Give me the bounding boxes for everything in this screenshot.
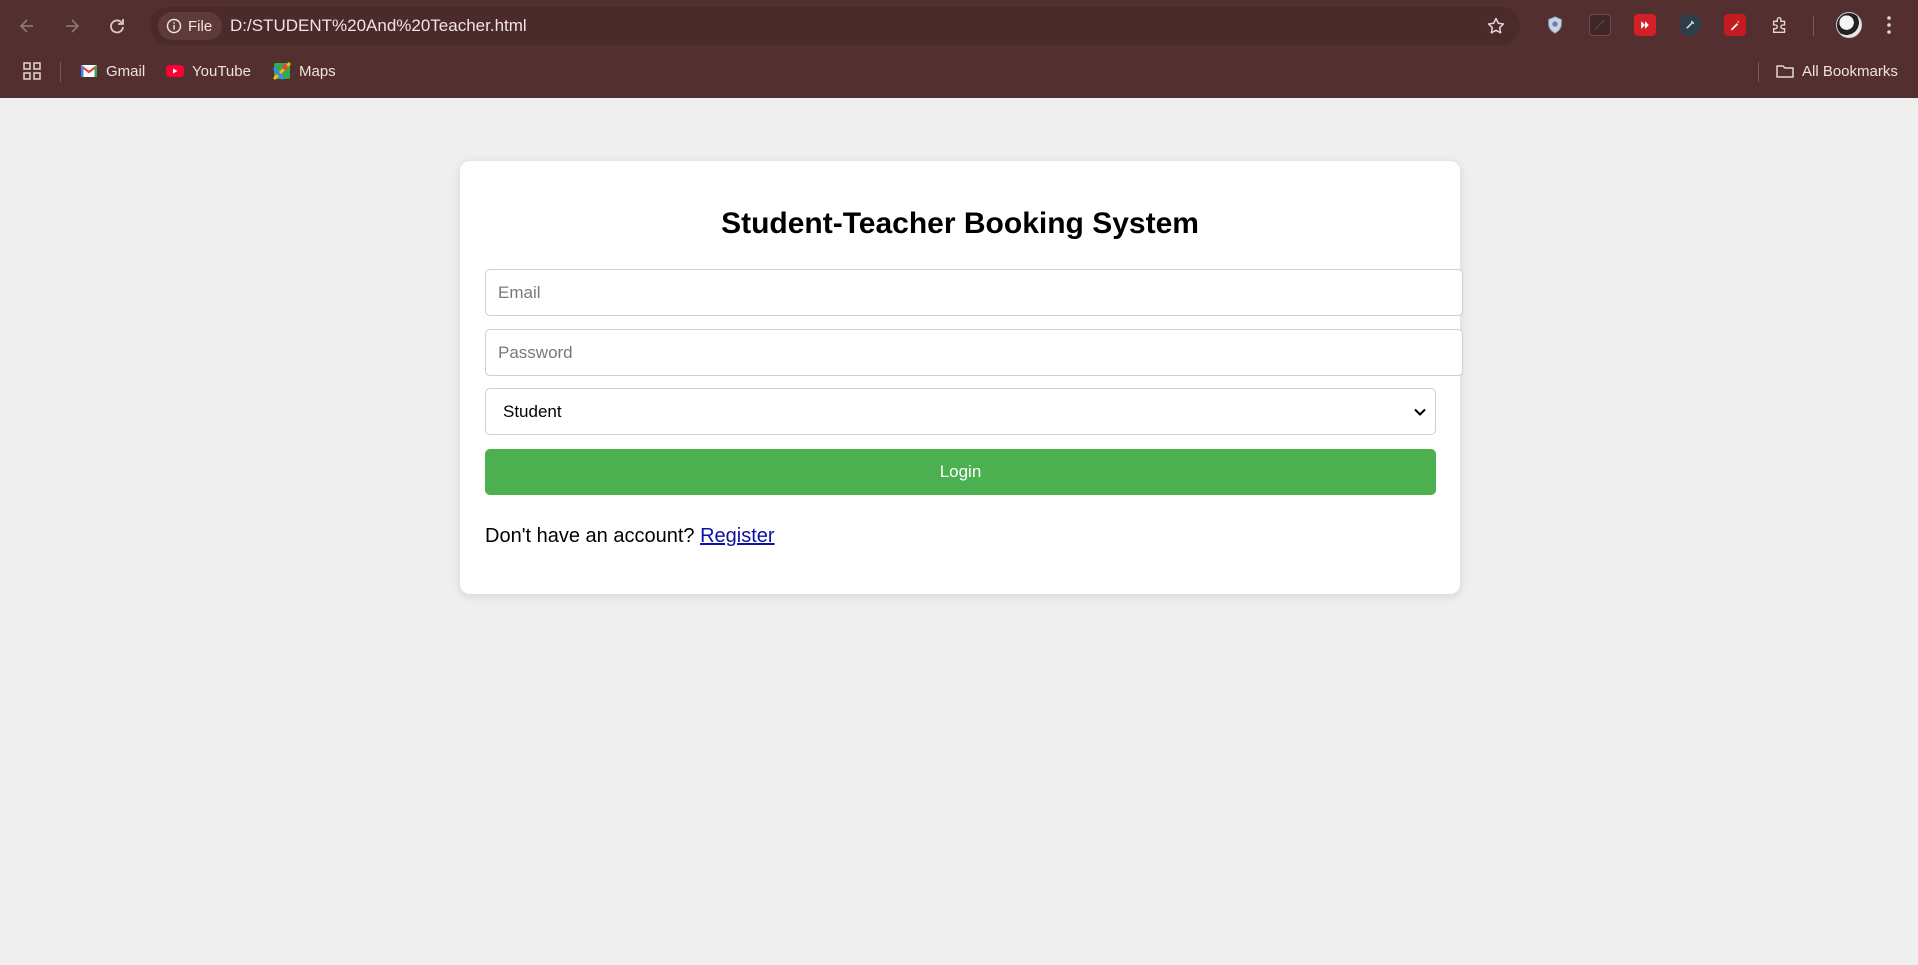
shield-extension-icon[interactable] xyxy=(1544,14,1566,36)
media-extension-icon[interactable] xyxy=(1634,14,1656,36)
toolbar-divider xyxy=(1813,16,1814,36)
profile-avatar[interactable] xyxy=(1836,12,1862,38)
password-input[interactable] xyxy=(485,329,1463,376)
page-title: Student-Teacher Booking System xyxy=(721,207,1199,240)
login-card: Student-Teacher Booking System Student L… xyxy=(460,161,1463,594)
gmail-icon xyxy=(80,65,98,77)
arrow-left-icon xyxy=(19,19,33,33)
youtube-icon xyxy=(166,65,184,77)
browser-chrome: File D:/STUDENT%20And%20Teacher.html Gma… xyxy=(0,0,1918,98)
pen-extension-icon[interactable] xyxy=(1724,14,1746,36)
apps-grid-icon[interactable] xyxy=(22,61,42,81)
folder-icon xyxy=(1776,65,1794,78)
role-select-value: Student xyxy=(503,402,562,421)
image-extension-icon[interactable] xyxy=(1589,14,1611,36)
reload-button[interactable] xyxy=(103,12,131,40)
bookmark-label: Maps xyxy=(299,62,336,80)
maps-icon xyxy=(272,61,292,81)
all-bookmarks-button[interactable]: All Bookmarks xyxy=(1775,59,1898,83)
site-info-chip[interactable]: File xyxy=(158,12,223,40)
bookmark-youtube[interactable]: YouTube xyxy=(165,59,251,83)
tools-extension-icon[interactable] xyxy=(1679,14,1701,36)
extensions-puzzle-icon[interactable] xyxy=(1769,14,1791,36)
url-text[interactable]: D:/STUDENT%20And%20Teacher.html xyxy=(230,7,527,45)
address-bar[interactable]: File D:/STUDENT%20And%20Teacher.html xyxy=(150,7,1520,45)
browser-toolbar: File D:/STUDENT%20And%20Teacher.html xyxy=(0,0,1918,52)
role-select[interactable]: Student xyxy=(485,388,1436,435)
login-button[interactable]: Login xyxy=(485,449,1436,495)
chevron-down-icon xyxy=(1414,408,1426,416)
all-bookmarks-label: All Bookmarks xyxy=(1802,62,1898,80)
more-menu-icon[interactable] xyxy=(1886,14,1892,36)
bookmark-gmail[interactable]: Gmail xyxy=(79,59,145,83)
register-prompt-text: Don't have an account? xyxy=(485,525,695,547)
bookmarks-divider xyxy=(60,62,61,82)
site-chip-label: File xyxy=(188,17,213,35)
back-button[interactable] xyxy=(13,12,41,40)
bookmark-star-icon[interactable] xyxy=(1486,16,1506,36)
reload-icon xyxy=(110,19,124,34)
email-input[interactable] xyxy=(485,269,1463,316)
register-link[interactable]: Register xyxy=(700,525,774,547)
bookmarks-bar: Gmail YouTube Maps All Bookmarks xyxy=(0,54,1918,88)
register-prompt-line: Don't have an account? Register xyxy=(485,525,775,548)
arrow-right-icon xyxy=(66,19,80,33)
forward-button[interactable] xyxy=(58,12,86,40)
bookmark-label: YouTube xyxy=(192,62,251,80)
bookmarks-divider xyxy=(1758,62,1759,82)
bookmark-label: Gmail xyxy=(106,62,146,80)
info-icon xyxy=(166,18,182,34)
bookmark-maps[interactable]: Maps xyxy=(272,59,336,83)
